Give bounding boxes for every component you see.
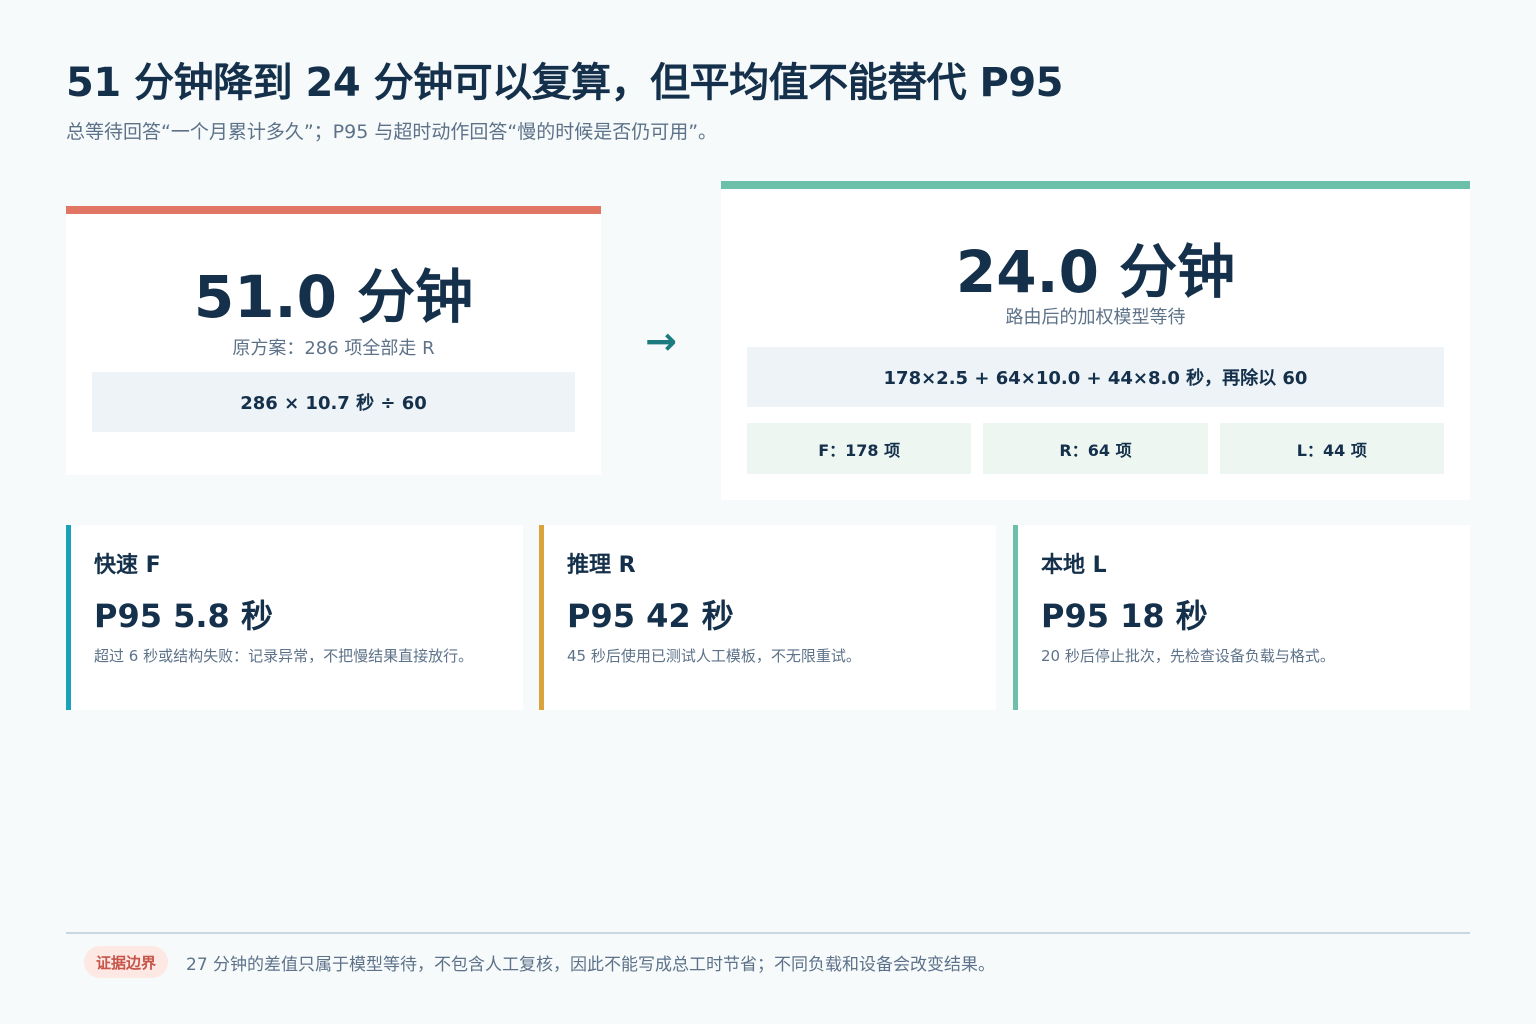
arrow-right-icon: → [645, 319, 677, 363]
after-formula: 178×2.5 + 64×10.0 + 44×8.0 秒，再除以 60 [747, 347, 1444, 407]
before-value: 51.0 分钟 [193, 263, 474, 331]
tier-name: 快速 F [94, 553, 161, 578]
before-formula: 286 × 10.7 秒 ÷ 60 [92, 372, 575, 432]
page-title: 51 分钟降到 24 分钟可以复算，但平均值不能替代 P95 [66, 60, 1064, 106]
tier-description: 20 秒后停止批次，先检查设备负载与格式。 [1041, 647, 1335, 665]
evidence-boundary-badge: 证据边界 [84, 946, 169, 978]
tier-p95: P95 5.8 秒 [94, 597, 273, 635]
tier-p95: P95 18 秒 [1041, 597, 1208, 635]
after-value: 24.0 分钟 [955, 238, 1236, 306]
count-chip-l: L：44 项 [1219, 423, 1444, 474]
page: 51 分钟降到 24 分钟可以复算，但平均值不能替代 P95 总等待回答“一个月… [0, 0, 1536, 1024]
tier-p95: P95 42 秒 [567, 597, 734, 635]
route-counts: F：178 项 R：64 项 L：44 项 [747, 423, 1444, 474]
after-card: 24.0 分钟 路由后的加权模型等待 178×2.5 + 64×10.0 + 4… [721, 181, 1470, 500]
tier-description: 45 秒后使用已测试人工模板，不无限重试。 [567, 647, 861, 665]
after-caption: 路由后的加权模型等待 [1005, 307, 1186, 328]
footer-note: 27 分钟的差值只属于模型等待，不包含人工复核，因此不能写成总工时节省；不同负载… [186, 955, 996, 975]
footer-divider [66, 932, 1470, 934]
count-chip-r: R：64 项 [983, 423, 1208, 474]
tier-name: 推理 R [567, 553, 636, 578]
before-caption: 原方案：286 项全部走 R [232, 338, 435, 359]
page-subtitle: 总等待回答“一个月累计多久”；P95 与超时动作回答“慢的时候是否仍可用”。 [66, 121, 718, 143]
tier-card-fast: 快速 F P95 5.8 秒 超过 6 秒或结构失败：记录异常，不把慢结果直接放… [66, 525, 523, 710]
tier-card-reasoning: 推理 R P95 42 秒 45 秒后使用已测试人工模板，不无限重试。 [539, 525, 996, 710]
count-chip-f: F：178 项 [747, 423, 972, 474]
tier-description: 超过 6 秒或结构失败：记录异常，不把慢结果直接放行。 [94, 647, 474, 665]
before-card: 51.0 分钟 原方案：286 项全部走 R 286 × 10.7 秒 ÷ 60 [66, 206, 601, 475]
tier-name: 本地 L [1041, 553, 1107, 578]
tier-card-local: 本地 L P95 18 秒 20 秒后停止批次，先检查设备负载与格式。 [1013, 525, 1470, 710]
